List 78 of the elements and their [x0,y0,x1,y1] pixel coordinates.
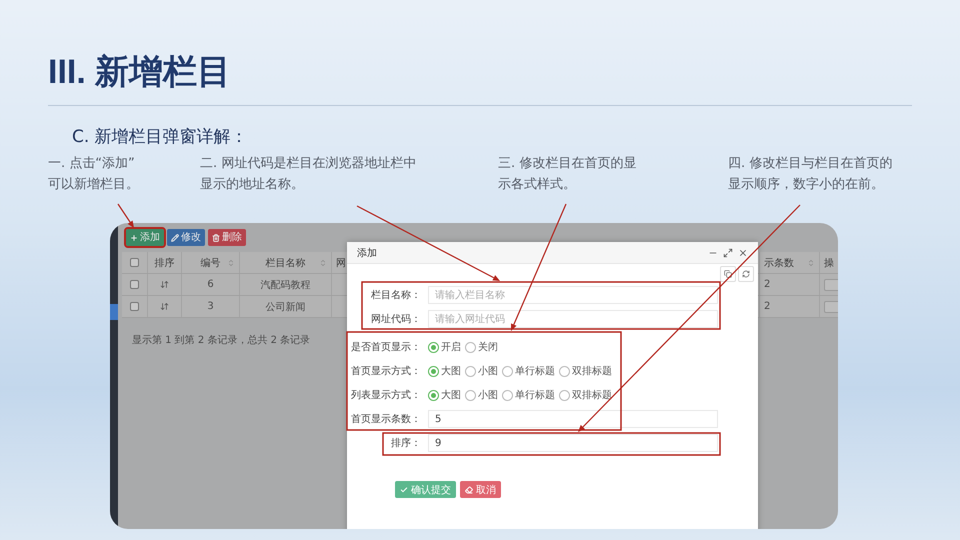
column-header: 栏目名称 [266,256,306,270]
radio-label: 小图 [478,388,498,402]
field-label: 栏目名称： [371,288,421,302]
table-cell: 6 [207,279,214,290]
check-icon [400,486,408,494]
sort-icon[interactable] [319,258,327,266]
annotation-note: 二. 网址代码是栏目在浏览器地址栏中 显示的地址名称。 [200,155,416,194]
radio-label: 小图 [478,364,498,378]
field-label: 是否首页显示： [351,341,421,354]
table-cell-text: 公司新闻 [266,300,306,314]
copy-button[interactable] [720,266,736,282]
eraser-icon [465,486,473,494]
edit-button[interactable]: 修改 [167,229,205,246]
radio-button[interactable] [559,390,570,400]
checkbox[interactable] [130,280,139,289]
table-cell: 2 [764,301,770,312]
sort-icon[interactable] [807,258,815,266]
column-header: 示条数 [764,256,794,270]
radio-label: 双排标题 [572,388,612,402]
pencil-icon [171,234,179,242]
maximize-icon[interactable] [723,248,733,258]
radio-label: 开启 [441,340,461,354]
radio-button[interactable] [465,390,476,400]
refresh-icon [742,270,750,278]
checkbox[interactable] [130,302,139,311]
checkbox[interactable] [130,258,139,267]
sort-arrows-icon[interactable] [160,280,169,289]
pagination-info: 显示第 1 到第 2 条记录，总共 2 条记录 [132,335,310,346]
field-label: 排序： [391,436,421,450]
trash-icon [212,234,220,242]
radio-button[interactable] [465,342,476,352]
table-cell: 3 [207,301,214,312]
section-heading: C. 新增栏目弹窗详解： [72,126,248,149]
input-field[interactable]: 请输入栏目名称 [428,286,718,304]
action-button[interactable] [824,300,838,312]
radio-button[interactable] [428,390,439,400]
input-field[interactable]: 9 [428,434,718,452]
dialog-title: 添加 [357,246,377,260]
sort-arrows-icon[interactable] [160,302,169,311]
plus-icon [130,234,138,242]
input-field[interactable]: 5 [428,410,718,428]
slide-title: III. 新增栏目 [48,52,232,93]
radio-label: 大图 [441,364,461,378]
radio-label: 大图 [441,388,461,402]
close-icon[interactable] [738,248,748,258]
column-header: 网 [336,256,346,270]
column-header: 操 [824,256,834,270]
radio-button[interactable] [465,366,476,376]
add-button[interactable]: 添加 [126,229,164,246]
radio-button[interactable] [502,390,513,400]
field-label: 列表显示方式： [351,388,421,402]
table-cell-text: 汽配码教程 [260,278,310,292]
column-header: 编号 [200,256,220,270]
delete-button[interactable]: 删除 [208,229,246,246]
table-cell: 2 [764,279,770,290]
field-label: 网址代码： [371,312,421,326]
cancel-button[interactable]: 取消 [460,481,501,498]
radio-label: 双排标题 [572,364,612,378]
input-field[interactable]: 请输入网址代码 [428,310,718,328]
sort-icon[interactable] [227,258,235,266]
field-label: 首页显示条数： [351,413,421,426]
radio-label: 单行标题 [515,388,555,402]
radio-button[interactable] [428,342,439,352]
annotation-note: 三. 修改栏目在首页的显 示各式样式。 [498,155,636,194]
action-button[interactable] [824,278,838,290]
column-header: 排序 [154,256,174,270]
annotation-arrow [118,204,134,228]
copy-icon [724,270,732,278]
field-label: 首页显示方式： [351,364,421,378]
radio-label: 关闭 [478,340,498,354]
radio-label: 单行标题 [515,364,555,378]
radio-button[interactable] [502,366,513,376]
submit-button[interactable]: 确认提交 [395,481,456,498]
radio-button[interactable] [559,366,570,376]
annotation-note: 一. 点击“添加” 可以新增栏目。 [48,155,139,194]
refresh-button[interactable] [738,266,754,282]
radio-button[interactable] [428,366,439,376]
annotation-note: 四. 修改栏目与栏目在首页的 显示顺序，数字小的在前。 [728,155,892,194]
